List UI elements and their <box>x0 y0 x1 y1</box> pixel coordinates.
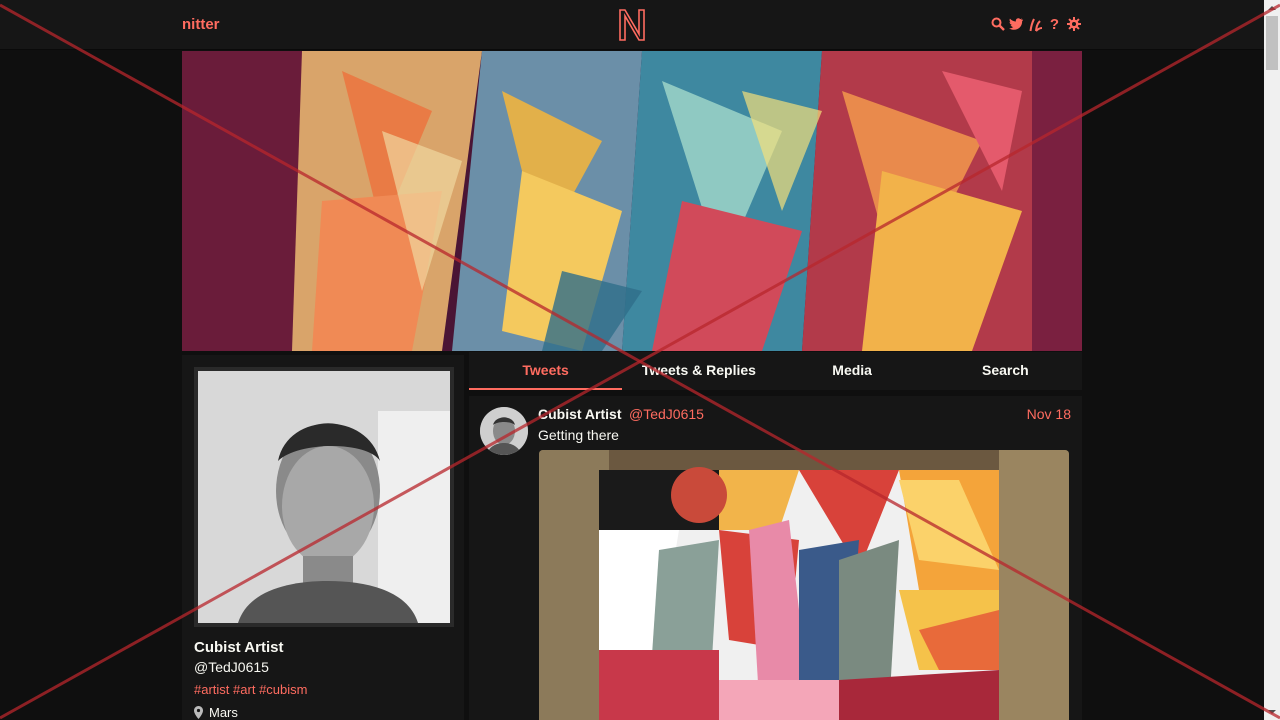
tweet-image[interactable] <box>539 450 1069 720</box>
tab-tweets-replies[interactable]: Tweets & Replies <box>622 352 775 390</box>
scroll-down-icon[interactable] <box>1268 710 1276 714</box>
hashtag-link[interactable]: #cubism <box>259 682 307 697</box>
hashtag-link[interactable]: #artist <box>194 682 229 697</box>
twitter-icon[interactable] <box>1009 15 1024 33</box>
tab-media[interactable]: Media <box>776 352 929 390</box>
nitter-logo[interactable] <box>617 8 647 42</box>
profile-location: Mars <box>194 705 238 720</box>
profile-avatar[interactable] <box>194 367 454 627</box>
tweet-date[interactable]: Nov 18 <box>1027 406 1071 422</box>
hashtag-link[interactable]: #art <box>233 682 255 697</box>
timeline-tabs: Tweets Tweets & Replies Media Search <box>469 352 1082 390</box>
tweet-text: Getting there <box>538 427 619 443</box>
navbar: nitter ? <box>0 0 1264 50</box>
profile-bio: #artist #art #cubism <box>194 682 307 697</box>
gear-icon[interactable] <box>1066 15 1081 33</box>
tweet-avatar[interactable] <box>480 407 528 455</box>
nav-icons: ? <box>990 15 1081 33</box>
help-icon[interactable]: ? <box>1047 15 1062 33</box>
location-text: Mars <box>209 705 238 720</box>
profile-card: Cubist Artist @TedJ0615 #artist #art #cu… <box>182 355 464 720</box>
scrollbar-thumb[interactable] <box>1266 16 1278 70</box>
profile-banner[interactable] <box>182 51 1082 351</box>
tweet-username[interactable]: @TedJ0615 <box>629 406 704 422</box>
search-icon[interactable] <box>990 15 1005 33</box>
rss-icon[interactable] <box>1028 15 1043 33</box>
scroll-up-icon[interactable] <box>1268 6 1276 10</box>
profile-username[interactable]: @TedJ0615 <box>194 659 269 675</box>
page-scrollbar[interactable] <box>1264 0 1280 720</box>
profile-fullname[interactable]: Cubist Artist <box>194 639 283 656</box>
location-pin-icon <box>194 706 203 719</box>
tweet-fullname[interactable]: Cubist Artist <box>538 406 621 422</box>
tab-search[interactable]: Search <box>929 352 1082 390</box>
timeline: Cubist Artist @TedJ0615 Nov 18 Getting t… <box>469 396 1082 720</box>
tab-tweets[interactable]: Tweets <box>469 352 623 390</box>
brand-link[interactable]: nitter <box>182 16 220 33</box>
